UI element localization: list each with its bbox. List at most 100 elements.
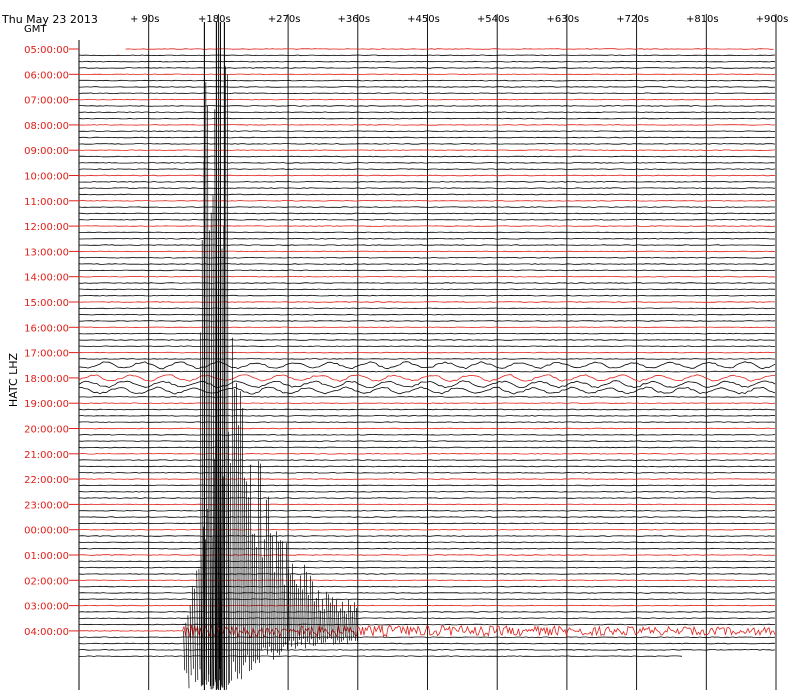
x-tick-label: + 90s xyxy=(130,14,160,25)
trace-line xyxy=(78,231,776,234)
trace-line xyxy=(78,566,776,569)
hour-labels: 05:00:00 06:00:00 07:00:00 08:00:00 09:00:00… xyxy=(24,45,79,638)
trace-line xyxy=(78,598,775,601)
trace-line xyxy=(78,162,776,164)
hour-label: 00:00:00 xyxy=(24,526,69,537)
hour-label: 17:00:00 xyxy=(24,349,69,360)
hour-trace xyxy=(78,579,775,582)
trace-line xyxy=(78,497,776,499)
hour-label: 13:00:00 xyxy=(24,247,69,258)
trace-line xyxy=(78,361,776,370)
trace-line xyxy=(78,573,775,575)
hour-trace xyxy=(78,554,776,556)
hour-trace xyxy=(78,149,776,151)
trace-line xyxy=(78,471,776,474)
trace-line xyxy=(78,535,776,537)
hour-label: 05:00:00 xyxy=(24,45,69,56)
hour-label: 21:00:00 xyxy=(24,450,69,461)
trace-line xyxy=(78,92,776,95)
trace-line xyxy=(78,522,775,525)
hour-label: 10:00:00 xyxy=(24,172,69,183)
trace-line xyxy=(78,206,775,208)
hour-trace xyxy=(78,73,776,76)
x-tick-label: +270s xyxy=(268,14,301,25)
trace-line xyxy=(78,642,776,645)
time-gridlines xyxy=(78,14,777,690)
trace-line xyxy=(78,155,776,158)
trace-line xyxy=(78,446,776,449)
hour-trace xyxy=(78,275,776,278)
trace-line xyxy=(78,288,775,291)
trace-line xyxy=(78,490,776,493)
hour-trace xyxy=(78,374,775,382)
hour-label: 07:00:00 xyxy=(24,96,69,107)
trace-line xyxy=(78,516,775,518)
x-tick-label: +360s xyxy=(337,14,370,25)
hour-label: 02:00:00 xyxy=(24,576,69,587)
trace-line xyxy=(78,649,776,651)
trace-line xyxy=(78,187,776,189)
trace-line xyxy=(78,465,775,468)
trace-line xyxy=(78,117,775,120)
x-tick-labels: + 90s +180s +270s +360s +450s +540s +630s +720s… xyxy=(130,14,788,25)
trace-line xyxy=(78,386,776,395)
hour-label: 20:00:00 xyxy=(24,425,69,436)
trace-line xyxy=(78,623,776,626)
trace-line xyxy=(79,111,776,114)
trace-line xyxy=(78,263,776,265)
trace-line xyxy=(78,541,776,544)
seismic-traces xyxy=(78,22,776,690)
trace-line xyxy=(79,181,776,183)
hour-label: 23:00:00 xyxy=(24,500,69,511)
hour-trace xyxy=(79,528,776,531)
hour-label: 09:00:00 xyxy=(24,146,69,157)
chart-date: Thu May 23 2013 xyxy=(1,13,98,26)
trace-line xyxy=(78,282,776,284)
trace-line xyxy=(78,67,776,69)
hour-trace xyxy=(78,427,776,430)
trace-line xyxy=(78,339,776,341)
hour-label: 16:00:00 xyxy=(24,323,69,334)
x-tick-label: +810s xyxy=(686,14,719,25)
hour-label: 04:00:00 xyxy=(24,627,69,638)
hour-trace xyxy=(78,503,775,506)
hour-trace xyxy=(78,200,776,202)
trace-line xyxy=(79,294,776,297)
hour-label: 08:00:00 xyxy=(24,121,69,132)
hour-trace xyxy=(78,453,776,455)
chart-timezone: GMT xyxy=(24,24,47,35)
hour-trace xyxy=(78,478,776,480)
trace-line xyxy=(78,54,776,57)
hour-trace xyxy=(78,98,776,101)
trace-line xyxy=(78,560,775,563)
hour-label: 11:00:00 xyxy=(24,197,69,208)
trace-line xyxy=(78,130,775,133)
trace-line xyxy=(78,218,776,221)
trace-line xyxy=(78,408,775,411)
trace-line xyxy=(79,105,776,107)
x-tick-label: +540s xyxy=(477,14,510,25)
hour-trace xyxy=(78,301,775,303)
trace-line xyxy=(78,307,776,310)
trace-line xyxy=(78,332,776,335)
trace-line xyxy=(78,320,776,322)
trace-line xyxy=(78,143,776,145)
trace-line xyxy=(78,611,776,613)
y-axis-label: HATC LHZ xyxy=(7,352,20,407)
trace-line xyxy=(78,358,776,360)
trace-line xyxy=(78,547,776,550)
trace-line xyxy=(79,86,776,88)
trace-line xyxy=(79,237,775,240)
trace-line xyxy=(78,415,776,417)
trace-line xyxy=(78,212,775,215)
trace-line xyxy=(78,509,776,512)
trace-line xyxy=(78,421,776,423)
trace-line xyxy=(78,396,776,398)
hour-trace xyxy=(78,250,776,253)
hour-label: 03:00:00 xyxy=(24,602,69,613)
trace-line xyxy=(78,193,776,196)
trace-line xyxy=(78,256,776,259)
hour-label: 12:00:00 xyxy=(24,222,69,233)
trace-line xyxy=(78,313,776,316)
hour-trace xyxy=(78,225,776,227)
